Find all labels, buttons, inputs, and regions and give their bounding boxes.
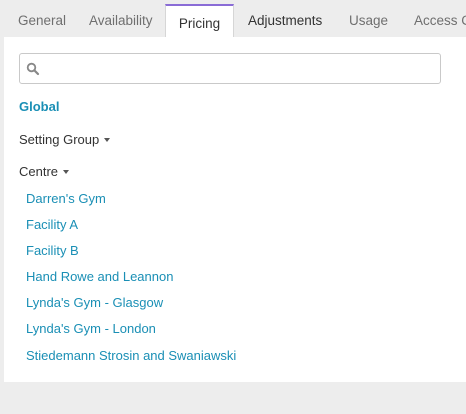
tab-pricing[interactable]: Pricing [165, 4, 234, 37]
centre-list: Darren's Gym Facility A Facility B Hand … [26, 190, 236, 373]
centre-item[interactable]: Stiedemann Strosin and Swaniawski [26, 347, 236, 373]
tab-access[interactable]: Access C [414, 0, 466, 37]
search-box[interactable] [19, 53, 441, 84]
tab-usage[interactable]: Usage [349, 0, 388, 37]
centre-item[interactable]: Lynda's Gym - London [26, 320, 236, 346]
tab-general[interactable]: General [18, 0, 66, 37]
centre-label: Centre [19, 164, 59, 179]
centre-item[interactable]: Hand Rowe and Leannon [26, 268, 236, 294]
centre-item[interactable]: Lynda's Gym - Glasgow [26, 294, 236, 320]
tab-bar: General Availability Pricing Adjustments… [0, 0, 466, 37]
search-icon [26, 62, 40, 76]
centre-item[interactable]: Facility A [26, 216, 236, 242]
search-input[interactable] [46, 54, 436, 83]
setting-group-label: Setting Group [19, 132, 100, 147]
setting-group-dropdown[interactable]: Setting Group [19, 132, 111, 147]
centre-item[interactable]: Darren's Gym [26, 190, 236, 216]
caret-down-icon [63, 169, 70, 174]
centre-dropdown[interactable]: Centre [19, 164, 70, 179]
global-link[interactable]: Global [19, 99, 59, 114]
centre-item[interactable]: Facility B [26, 242, 236, 268]
tab-availability[interactable]: Availability [89, 0, 153, 37]
caret-down-icon [104, 137, 111, 142]
tab-adjustments[interactable]: Adjustments [248, 0, 322, 37]
